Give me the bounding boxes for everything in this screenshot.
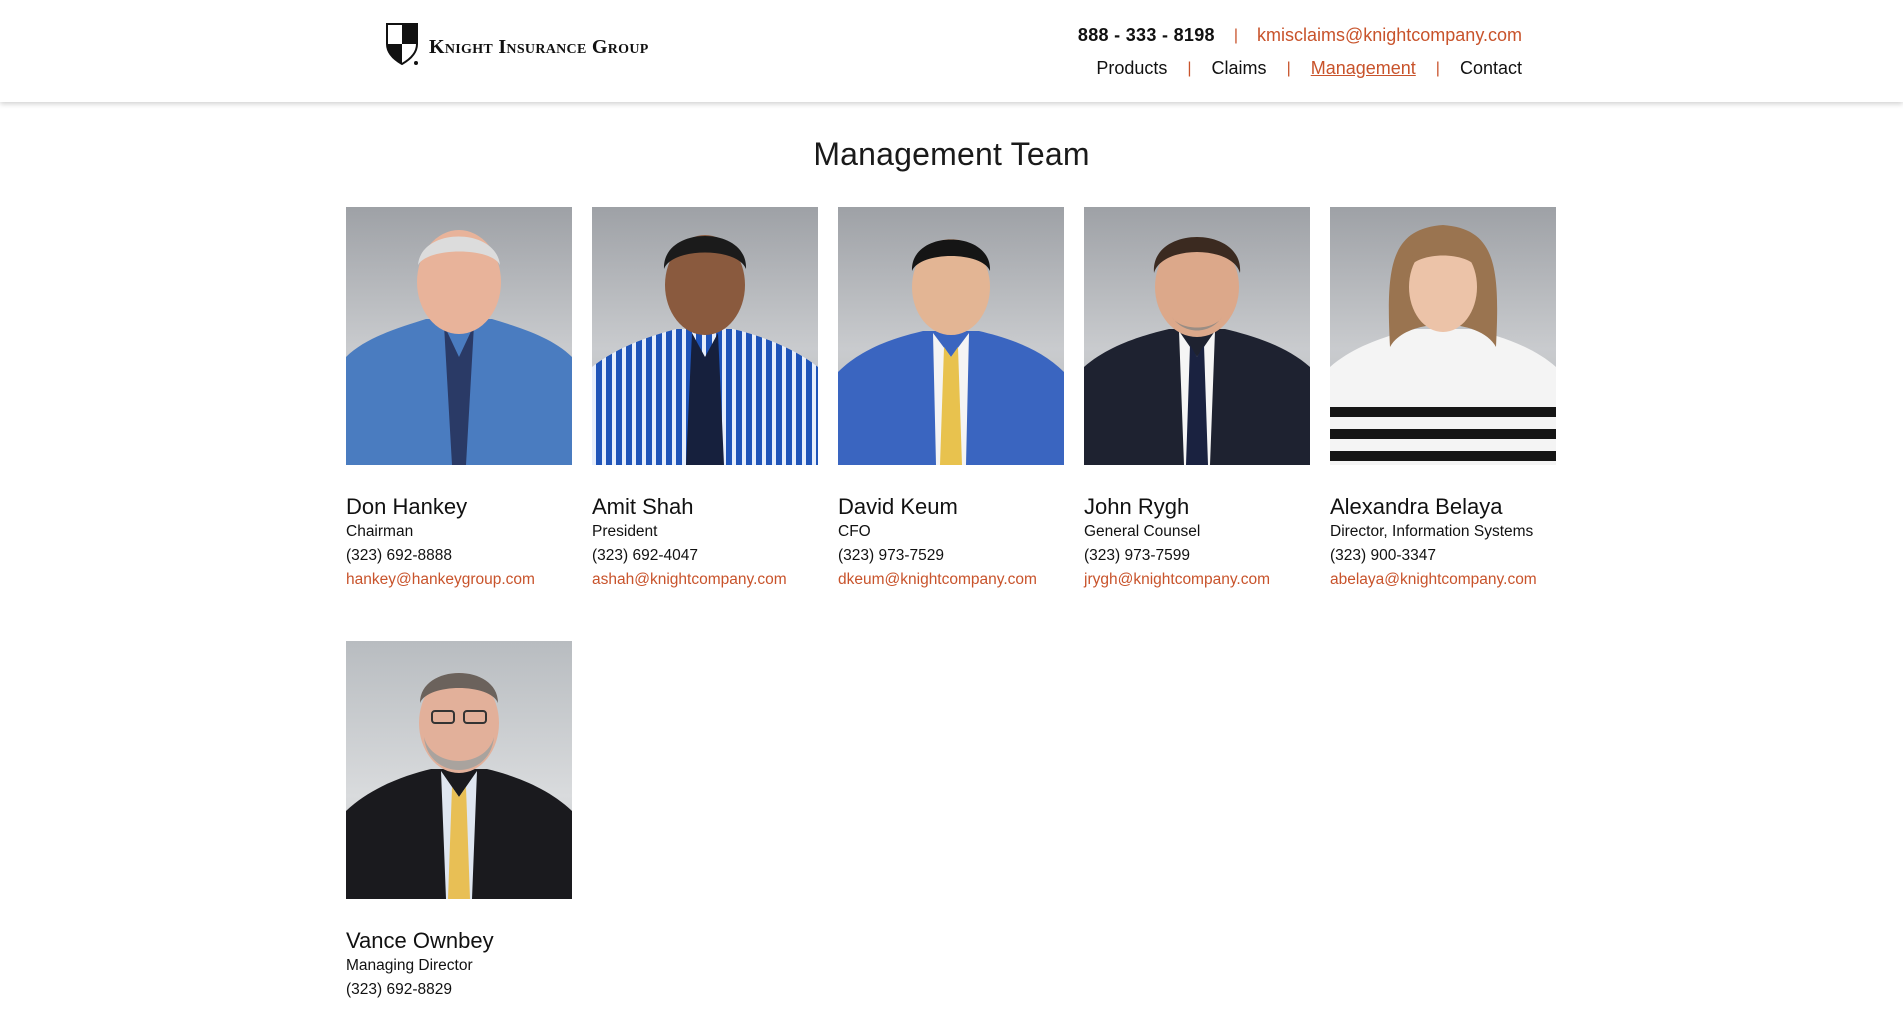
- nav-management[interactable]: Management: [1311, 58, 1416, 79]
- member-name: David Keum: [838, 494, 958, 519]
- member-name: Don Hankey: [346, 494, 468, 519]
- member-role: President: [592, 523, 658, 540]
- team-card: Don Hankey Chairman (323) 692-8888 hanke…: [346, 207, 572, 592]
- member-email-link[interactable]: dkeum@knightcompany.com: [838, 568, 1064, 592]
- member-role: Chairman: [346, 523, 414, 540]
- separator: |: [1187, 59, 1192, 77]
- separator: |: [1435, 59, 1440, 77]
- portrait-photo: [346, 641, 572, 899]
- member-name: Amit Shah: [592, 494, 694, 519]
- team-card: John Rygh General Counsel (323) 973-7599…: [1084, 207, 1310, 592]
- logo-text: Knight Insurance Group: [429, 35, 649, 58]
- portrait-photo: [838, 207, 1064, 465]
- nav-claims[interactable]: Claims: [1212, 58, 1267, 79]
- logo-link[interactable]: Knight Insurance Group: [385, 22, 649, 66]
- portrait-photo: [1330, 207, 1556, 465]
- member-email-link[interactable]: hankey@hankeygroup.com: [346, 568, 572, 592]
- separator: |: [1286, 59, 1291, 77]
- member-role: General Counsel: [1084, 523, 1201, 540]
- header-contact: 888 - 333 - 8198 | kmisclaims@knightcomp…: [1078, 25, 1522, 46]
- member-phone: (323) 973-7529: [838, 547, 944, 564]
- member-role: CFO: [838, 523, 871, 540]
- portrait-photo: [1084, 207, 1310, 465]
- member-email-link[interactable]: ashah@knightcompany.com: [592, 568, 818, 592]
- main-nav: Products | Claims | Management | Contact: [1096, 58, 1522, 79]
- member-phone: (323) 692-8829: [346, 981, 452, 998]
- member-phone: (323) 900-3347: [1330, 547, 1436, 564]
- member-phone: (323) 973-7599: [1084, 547, 1190, 564]
- member-name: Alexandra Belaya: [1330, 494, 1503, 519]
- team-card: Alexandra Belaya Director, Information S…: [1330, 207, 1556, 592]
- portrait-photo: [346, 207, 572, 465]
- header-email-link[interactable]: kmisclaims@knightcompany.com: [1257, 25, 1522, 46]
- team-card: Amit Shah President (323) 692-4047 ashah…: [592, 207, 818, 592]
- member-role: Director, Information Systems: [1330, 523, 1534, 540]
- member-role: Managing Director: [346, 957, 473, 974]
- member-name: John Rygh: [1084, 494, 1190, 519]
- member-email-link[interactable]: abelaya@knightcompany.com: [1330, 568, 1556, 592]
- header-phone: 888 - 333 - 8198: [1077, 25, 1215, 45]
- member-phone: (323) 692-4047: [592, 547, 698, 564]
- shield-logo-icon: [386, 23, 418, 66]
- member-phone: (323) 692-8888: [346, 547, 452, 564]
- team-card: Vance Ownbey Managing Director (323) 692…: [346, 641, 572, 1002]
- nav-contact[interactable]: Contact: [1460, 58, 1522, 79]
- separator: |: [1233, 26, 1238, 44]
- member-name: Vance Ownbey: [346, 928, 494, 953]
- team-card: David Keum CFO (323) 973-7529 dkeum@knig…: [838, 207, 1064, 592]
- site-header: Knight Insurance Group 888 - 333 - 8198 …: [0, 0, 1903, 102]
- page-title: Management Team: [813, 136, 1090, 172]
- portrait-photo: [592, 207, 818, 465]
- nav-products[interactable]: Products: [1096, 58, 1167, 79]
- member-email-link[interactable]: jrygh@knightcompany.com: [1084, 568, 1310, 592]
